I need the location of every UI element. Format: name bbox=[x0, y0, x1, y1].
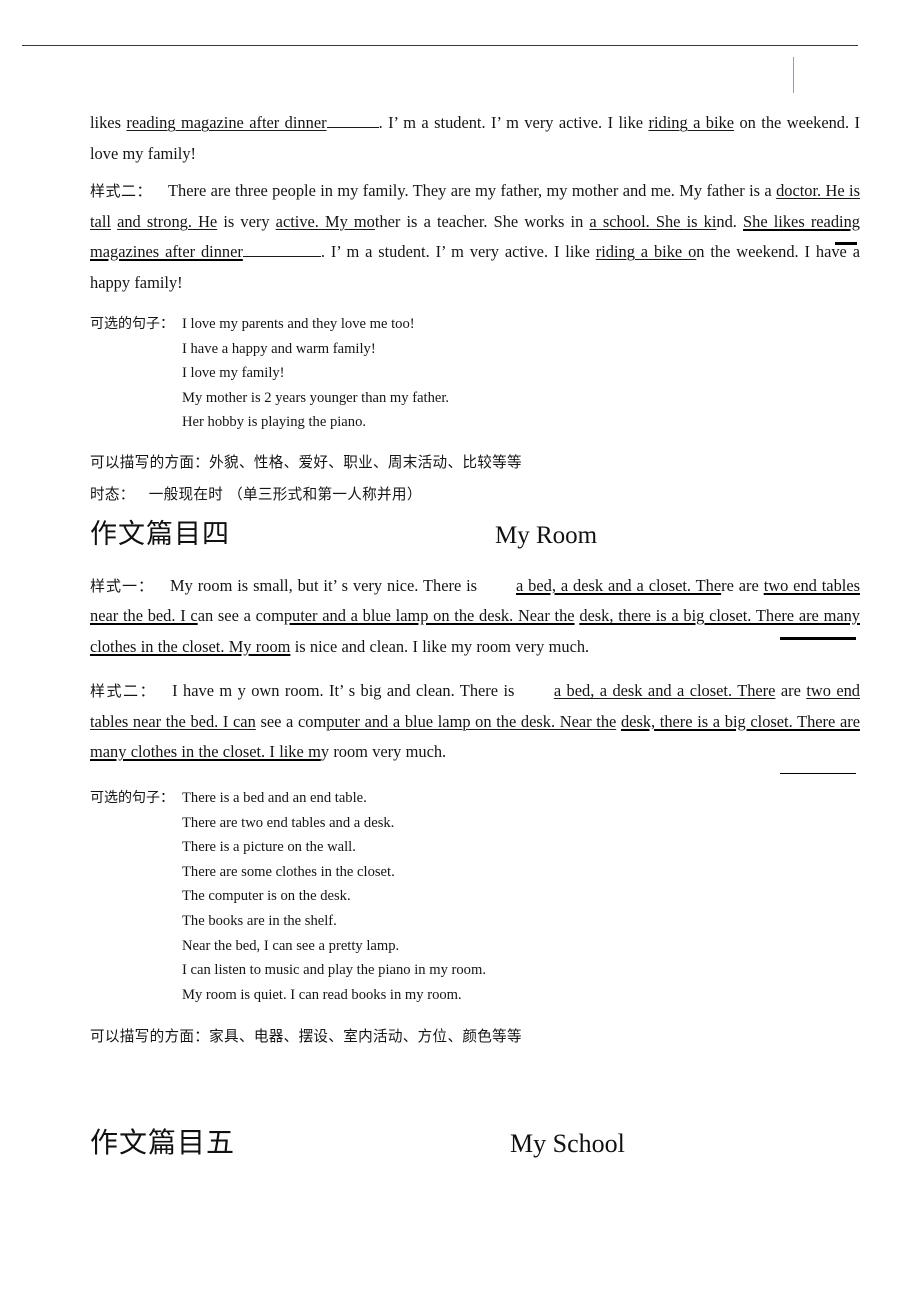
section-heading-en: My School bbox=[510, 1129, 625, 1159]
header-margin-tick-icon bbox=[793, 57, 794, 93]
room-optional-sentences-block: 可选的句子： There is a bed and an end table. … bbox=[90, 786, 860, 1007]
style-two-label: 样式二： bbox=[90, 682, 157, 701]
tense-label: 时态： bbox=[90, 485, 135, 503]
style-two-label: 样式二： bbox=[90, 182, 152, 200]
document-page: likes reading magazine after dinner . I’ … bbox=[0, 0, 920, 1302]
text-run: I have m y own room. It’ s big and clean… bbox=[172, 681, 520, 701]
underlined-phrase: riding a bike bbox=[648, 113, 735, 132]
text-run: an see a com bbox=[197, 606, 284, 626]
section-heading-cn: 作文篇目四 bbox=[90, 518, 230, 550]
underlined-phrase: a bed, a desk and a closet. The bbox=[515, 575, 722, 595]
list-item: I can listen to music and play the piano… bbox=[182, 962, 486, 979]
list-item: The books are in the shelf. bbox=[182, 912, 337, 929]
underlined-phrase: a school. She is ki bbox=[589, 211, 717, 231]
list-item: My mother is 2 years younger than my fat… bbox=[182, 389, 450, 406]
underlined-phrase: and strong. He bbox=[117, 211, 218, 231]
style-one-label: 样式一： bbox=[90, 576, 155, 595]
section-heading-cn: 作文篇目五 bbox=[90, 1126, 236, 1160]
optional-sentences-label: 可选的句子： bbox=[90, 789, 174, 806]
text-run: likes bbox=[90, 113, 127, 132]
tense-value: 一般现在时 （单三形式和第一人称并用） bbox=[148, 485, 422, 503]
text-run: y room very much. bbox=[320, 742, 447, 762]
text-run: are bbox=[775, 681, 807, 701]
family-aspects-note: 可以描写的方面：外貌、性格、爱好、职业、周末活动、比较等等 bbox=[90, 453, 522, 471]
list-item: I have a happy and warm family! bbox=[182, 340, 376, 357]
list-item: Near the bed, I can see a pretty lamp. bbox=[182, 937, 400, 954]
list-item: I love my parents and they love me too! bbox=[182, 316, 415, 332]
blank-rule bbox=[326, 127, 379, 128]
list-item: The computer is on the desk. bbox=[182, 888, 351, 905]
underlined-phrase: puter and a blue lamp on the desk. Near … bbox=[326, 711, 617, 731]
section-heading-en: My Room bbox=[495, 521, 598, 549]
optional-sentences-list: I love my parents and they love me too! … bbox=[182, 312, 860, 435]
text-run: is very bbox=[217, 211, 276, 231]
list-item: There is a bed and an end table. bbox=[182, 789, 367, 806]
room-style-one-paragraph: 样式一： My room is small, but it’ s very nic… bbox=[90, 571, 860, 663]
underlined-phrase: riding a bike o bbox=[595, 242, 697, 261]
text-run: There are three people in my family. The… bbox=[168, 181, 777, 200]
list-item: Her hobby is playing the piano. bbox=[182, 414, 367, 431]
family-continued-paragraph: likes reading magazine after dinner . I’ … bbox=[90, 108, 860, 169]
text-run: . I’ m a student. I’ m very active. I li… bbox=[378, 113, 649, 132]
family-optional-sentences-block: 可选的句子： I love my parents and they love m… bbox=[90, 312, 860, 435]
document-content: likes reading magazine after dinner . I’ … bbox=[90, 108, 860, 1181]
room-aspects-note: 可以描写的方面：家具、电器、摆设、室内活动、方位、颜色等等 bbox=[90, 1028, 522, 1046]
section-heading-my-room: 作文篇目四 My Room bbox=[90, 515, 860, 561]
underlined-phrase: reading magazine after dinner bbox=[126, 113, 327, 132]
text-run: is nice and clean. I like my room very m… bbox=[290, 636, 590, 656]
list-item: I love my family! bbox=[182, 365, 285, 382]
optional-sentences-list: There is a bed and an end table. There a… bbox=[182, 786, 860, 1007]
text-run: . I’ m a student. I’ m very active. I li… bbox=[320, 242, 596, 261]
list-item: There is a picture on the wall. bbox=[182, 839, 356, 856]
list-item: There are some clothes in the closet. bbox=[182, 863, 395, 880]
text-run: see a com bbox=[255, 711, 327, 731]
list-item: My room is quiet. I can read books in my… bbox=[182, 986, 462, 1003]
text-run: My room is small, but it’ s very nice. T… bbox=[170, 575, 482, 595]
optional-sentences-label: 可选的句子： bbox=[90, 316, 174, 332]
header-rule bbox=[22, 45, 858, 46]
blank-rule bbox=[242, 256, 321, 257]
family-style-two-paragraph: 样式二： There are three people in my family.… bbox=[90, 176, 860, 298]
underlined-phrase: puter and a blue lamp on the desk. Near … bbox=[283, 606, 575, 626]
text-run: nd. bbox=[716, 211, 744, 231]
section-heading-my-school: 作文篇目五 My School bbox=[90, 1123, 860, 1175]
text-run: ther is a teacher. She works in bbox=[374, 211, 590, 231]
family-tense-note: 时态： 一般现在时 （单三形式和第一人称并用） bbox=[90, 481, 860, 509]
underlined-phrase: a bed, a desk and a closet. There bbox=[553, 681, 776, 701]
underlined-phrase: active. My mo bbox=[275, 211, 375, 231]
list-item: There are two end tables and a desk. bbox=[182, 814, 395, 831]
room-style-two-paragraph: 样式二： I have m y own room. It’ s big and c… bbox=[90, 676, 860, 768]
text-run: re are bbox=[721, 575, 764, 595]
